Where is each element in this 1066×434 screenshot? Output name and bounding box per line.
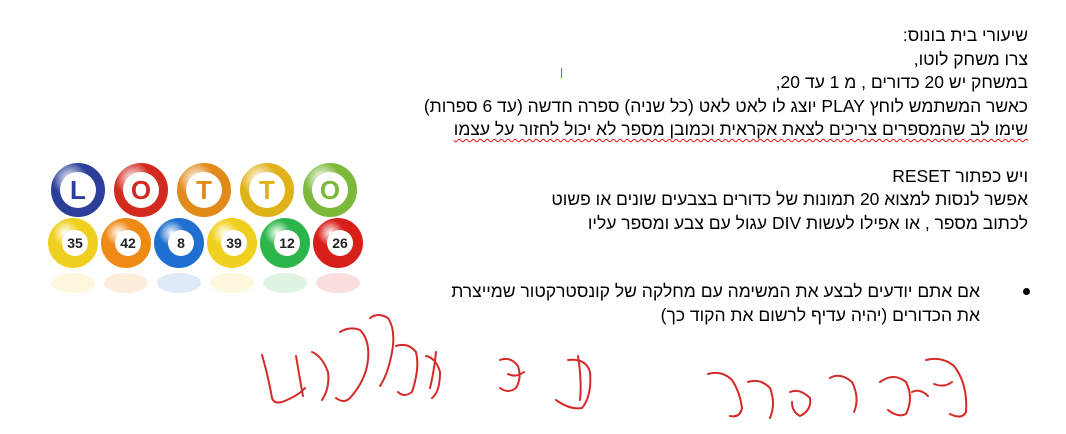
logo-letter-ball: O — [112, 161, 170, 219]
lottery-ball-number: 12 — [279, 235, 295, 251]
lotto-logo: L O T T O 35 42 8 39 12 26 — [48, 161, 363, 293]
logo-letter: L — [70, 175, 86, 205]
handwriting-stroke — [261, 354, 306, 404]
logo-letter-ball: L — [49, 161, 107, 219]
lottery-ball: 39 — [207, 218, 257, 293]
text-line: צרו משחק לוטו, — [913, 48, 1028, 69]
lottery-ball: 35 — [48, 218, 98, 293]
logo-letter: O — [131, 175, 151, 205]
lottery-ball-number: 39 — [226, 235, 242, 251]
lottery-ball-number: 26 — [332, 235, 348, 251]
lottery-ball: 12 — [260, 218, 310, 293]
handwriting-stroke — [789, 389, 812, 417]
handwriting-stroke — [933, 381, 953, 387]
lottery-ball-number: 42 — [120, 235, 136, 251]
lottery-ball: 26 — [313, 218, 363, 293]
text-cursor — [561, 68, 562, 78]
handwriting-stroke — [577, 355, 582, 401]
lottery-ball-number: 35 — [67, 235, 83, 251]
handwriting-stroke — [707, 371, 743, 418]
handwriting-stroke — [911, 389, 929, 397]
lottery-ball: 8 — [154, 218, 204, 293]
bullet-icon — [1023, 288, 1030, 295]
handwriting-stroke — [335, 327, 370, 402]
text-line: לכתוב מספר , או אפילו לעשות DIV עגול עם … — [587, 212, 1028, 233]
handwriting-stroke — [499, 357, 521, 392]
bullet-row: אם אתם יודעים לבצע את המשימה עם מחלקה של… — [308, 279, 1030, 327]
bullet-text-line: את הכדורים (יהיה עדיף לרשום את הקוד כך) — [660, 305, 980, 325]
logo-letter-ball: O — [301, 161, 359, 219]
text-line: במשחק יש 20 כדורים , מ 1 עד 20, — [775, 72, 1028, 92]
handwriting-stroke — [925, 357, 968, 418]
handwriting-stroke — [879, 376, 911, 417]
handwriting-stroke — [429, 351, 437, 389]
handwriting-stroke — [425, 355, 441, 399]
handwriting-stroke — [507, 371, 525, 377]
lottery-ball-number: 8 — [177, 235, 185, 251]
lottery-ball: 42 — [101, 218, 151, 293]
heading-line: שיעורי בית בונוס: — [902, 25, 1028, 45]
handwriting-stroke — [395, 343, 419, 396]
logo-letter-ball: T — [238, 161, 296, 219]
logo-letter-ball: T — [175, 161, 233, 219]
handwriting-stroke — [311, 351, 330, 401]
logo-letter: T — [259, 175, 275, 205]
handwriting-stroke — [829, 374, 858, 413]
text-line: ויש כפתור RESET — [892, 165, 1028, 186]
handwriting-stroke — [295, 355, 304, 397]
handwriting-stroke — [555, 358, 592, 410]
text-line: אפשר לנסות למצוא 20 תמונות של כדורים בצב… — [551, 189, 1028, 209]
bullet-text-line: אם אתם יודעים לבצע את המשימה עם מחלקה של… — [451, 281, 980, 301]
document-text: שיעורי בית בונוס: צרו משחק לוטו, במשחק י… — [308, 24, 1028, 235]
logo-letter: T — [196, 175, 212, 205]
logo-letter: O — [320, 175, 340, 205]
bullet-list-item: אם אתם יודעים לבצע את המשימה עם מחלקה של… — [308, 279, 1030, 327]
text-line-content: שימו לב שהמספרים צריכים לצאת אקראית וכמו… — [453, 119, 1028, 139]
text-line: כאשר המשתמש לוחץ PLAY יוצג לו לאט לאט (כ… — [423, 95, 1028, 116]
text-line: שימו לב שהמספרים צריכים לצאת אקראית וכמו… — [308, 118, 1028, 142]
handwriting-stroke — [747, 379, 774, 419]
